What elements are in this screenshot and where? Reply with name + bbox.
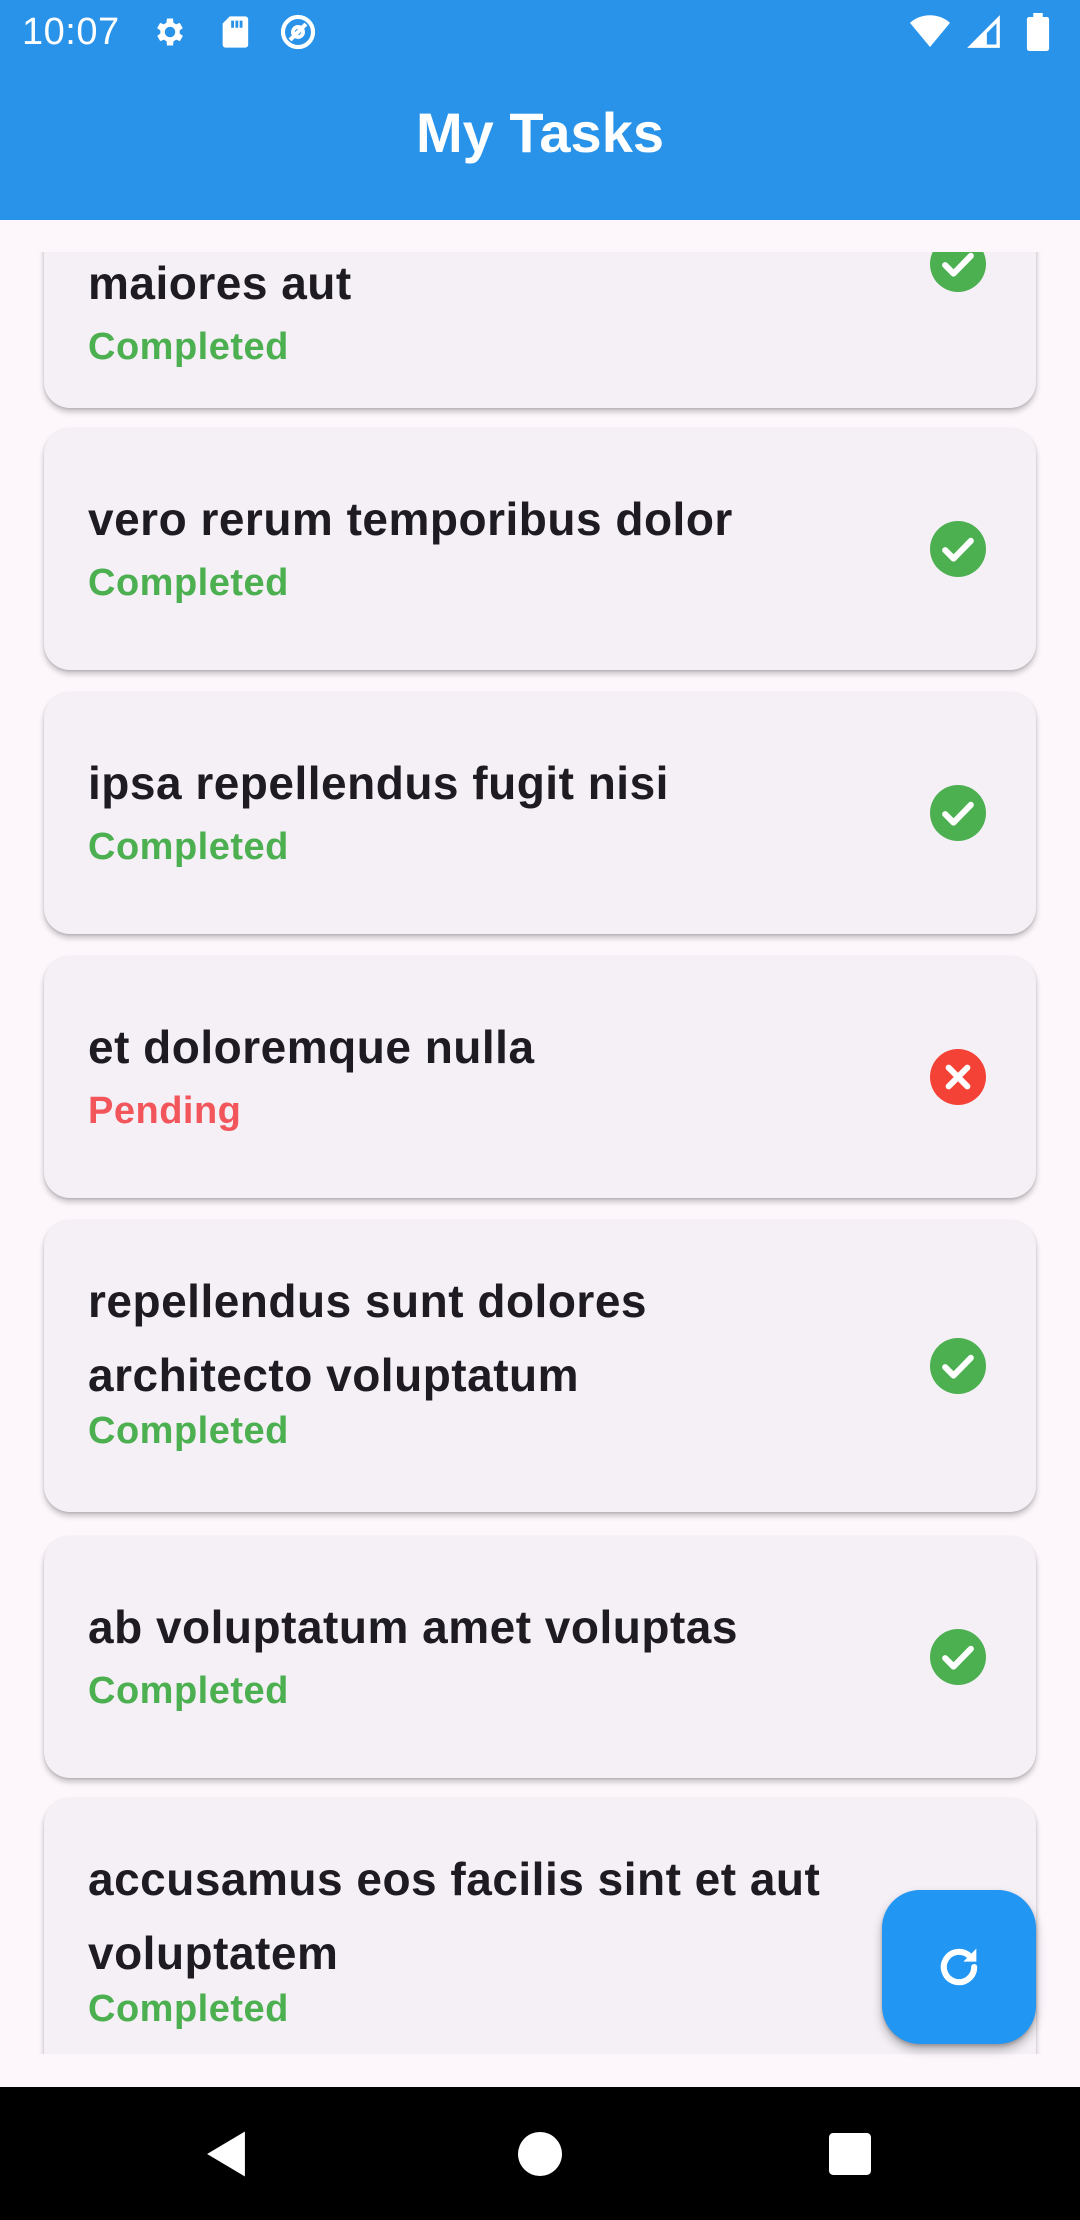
check-circle-icon bbox=[930, 1629, 986, 1685]
task-card[interactable]: maiores aut Completed bbox=[44, 252, 1036, 408]
status-bar: 10:07 bbox=[0, 0, 1080, 64]
status-time: 10:07 bbox=[22, 10, 120, 53]
task-card[interactable]: vero rerum temporibus dolor Completed bbox=[44, 428, 1036, 670]
task-status: Completed bbox=[88, 826, 289, 868]
task-card[interactable]: repellendus sunt dolores architecto volu… bbox=[44, 1220, 1036, 1512]
task-list[interactable]: maiores aut Completed vero rerum tempori… bbox=[0, 252, 1080, 2054]
task-title: repellendus sunt dolores architecto volu… bbox=[88, 1275, 647, 1401]
task-title: accusamus eos facilis sint et aut volupt… bbox=[88, 1853, 821, 1979]
task-card[interactable]: et doloremque nulla Pending bbox=[44, 956, 1036, 1198]
refresh-button[interactable] bbox=[882, 1890, 1036, 2044]
recents-icon[interactable] bbox=[820, 2124, 880, 2184]
status-icons-right bbox=[910, 12, 1058, 52]
task-title: ab voluptatum amet voluptas bbox=[88, 1601, 738, 1653]
home-icon[interactable] bbox=[510, 2124, 570, 2184]
check-circle-icon bbox=[930, 252, 986, 292]
refresh-icon bbox=[940, 1948, 978, 1986]
task-status: Completed bbox=[88, 1410, 289, 1452]
app-bar: My Tasks bbox=[0, 64, 1080, 220]
task-status: Completed bbox=[88, 326, 289, 368]
check-circle-icon bbox=[930, 785, 986, 841]
task-card[interactable]: ipsa repellendus fugit nisi Completed bbox=[44, 692, 1036, 934]
check-circle-icon bbox=[930, 1338, 986, 1394]
system-nav-bar bbox=[0, 2087, 1080, 2220]
check-circle-icon bbox=[930, 521, 986, 577]
at-sign-icon bbox=[278, 12, 318, 52]
task-status: Pending bbox=[88, 1090, 242, 1132]
status-icons-left bbox=[150, 12, 318, 52]
sd-card-icon bbox=[214, 12, 254, 52]
task-title: et doloremque nulla bbox=[88, 1021, 535, 1073]
task-card[interactable]: ab voluptatum amet voluptas Completed bbox=[44, 1536, 1036, 1778]
task-title: vero rerum temporibus dolor bbox=[88, 493, 733, 545]
battery-icon bbox=[1018, 12, 1058, 52]
task-title: ipsa repellendus fugit nisi bbox=[88, 757, 669, 809]
cell-signal-icon bbox=[964, 12, 1004, 52]
task-title: maiores aut bbox=[88, 257, 352, 309]
cancel-circle-icon bbox=[930, 1049, 986, 1105]
wifi-icon bbox=[910, 12, 950, 52]
task-status: Completed bbox=[88, 562, 289, 604]
page-title: My Tasks bbox=[416, 100, 664, 164]
task-status: Completed bbox=[88, 1670, 289, 1712]
back-icon[interactable] bbox=[196, 2124, 256, 2184]
settings-icon bbox=[150, 12, 190, 52]
task-status: Completed bbox=[88, 1988, 289, 2030]
